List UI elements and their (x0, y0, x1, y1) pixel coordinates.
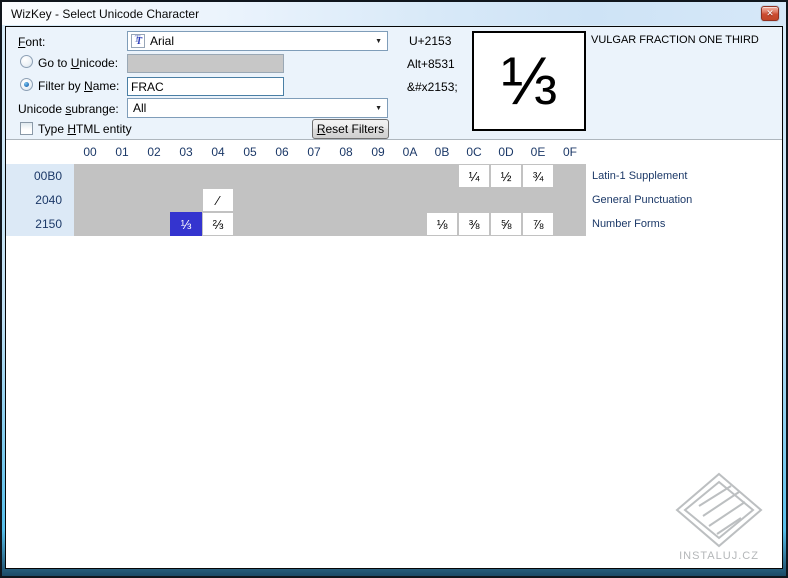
column-header: 0C (466, 145, 482, 159)
chevron-down-icon: ▼ (375, 38, 382, 45)
column-header: 0A (402, 145, 418, 159)
column-header: 03 (179, 145, 193, 159)
column-header: 02 (147, 145, 161, 159)
char-cell[interactable]: ¼ (459, 165, 489, 187)
font-dropdown-value: Arial (150, 34, 175, 48)
char-cell[interactable]: ⅓ (170, 212, 202, 236)
column-header: 06 (275, 145, 289, 159)
title-bar[interactable]: WizKey - Select Unicode Character ✕ (2, 2, 786, 25)
column-header: 00 (83, 145, 97, 159)
column-header: 0B (434, 145, 450, 159)
close-button[interactable]: ✕ (761, 6, 779, 21)
column-header: 0D (498, 145, 514, 159)
column-header: 04 (211, 145, 225, 159)
reset-filters-button[interactable]: Reset Filters (312, 119, 389, 139)
type-html-entity-label[interactable]: Type HTML entity (38, 122, 132, 136)
char-cell[interactable]: ⅜ (459, 213, 489, 235)
alt-code-value: Alt+8531 (407, 57, 455, 71)
goto-unicode-input (127, 54, 284, 73)
html-entity-value: &#x2153; (407, 80, 458, 94)
unicode-range-label: Number Forms (592, 218, 666, 230)
filter-panel: Font: TT Arial ▼ Go to Unicode: Filter b… (6, 27, 782, 140)
column-header: 07 (307, 145, 321, 159)
dialog-client-area: Font: TT Arial ▼ Go to Unicode: Filter b… (5, 26, 783, 569)
char-cell[interactable]: ⅛ (427, 213, 457, 235)
char-cell[interactable]: ¾ (523, 165, 553, 187)
unicode-range-label: General Punctuation (592, 194, 693, 206)
column-header: 0E (530, 145, 546, 159)
font-label: Font: (18, 35, 46, 49)
row-header: 2150 (35, 217, 62, 231)
filter-by-name-radio[interactable] (20, 78, 33, 91)
instaluj-watermark: INSTALUJ.CZ (664, 472, 774, 572)
unicode-subrange-dropdown[interactable]: All ▼ (127, 98, 388, 118)
char-cell[interactable]: ⅔ (203, 213, 233, 235)
unicode-subrange-value: All (133, 101, 147, 115)
row-header: 2040 (35, 193, 62, 207)
window-title: WizKey - Select Unicode Character (11, 6, 200, 21)
wizkey-window: WizKey - Select Unicode Character ✕ Font… (0, 0, 788, 578)
font-dropdown[interactable]: TT Arial ▼ (127, 31, 388, 51)
char-cell[interactable]: ⅞ (523, 213, 553, 235)
column-header: 01 (115, 145, 129, 159)
codepoint-value: U+2153 (409, 34, 452, 48)
chevron-down-icon: ▼ (375, 105, 382, 112)
row-header: 00B0 (33, 169, 62, 183)
char-cell[interactable]: ⁄ (203, 189, 233, 211)
character-name: VULGAR FRACTION ONE THIRD (591, 34, 759, 46)
char-cell[interactable]: ½ (491, 165, 521, 187)
char-cell[interactable]: ⅝ (491, 213, 521, 235)
filter-by-name-label[interactable]: Filter by Name: (38, 79, 119, 93)
character-preview-glyph: ⅓ (500, 43, 558, 119)
unicode-range-label: Latin-1 Supplement (592, 170, 688, 182)
type-html-entity-checkbox[interactable] (20, 122, 33, 135)
character-grid: 00 01 02 03 04 05 06 07 08 09 0A 0B 0C 0D 0E 0F 00B0 Lati… (6, 141, 782, 273)
goto-unicode-radio[interactable] (20, 55, 33, 68)
unicode-subrange-label: Unicode subrange: (18, 102, 119, 116)
filter-by-name-input[interactable] (127, 77, 284, 96)
character-preview-box: ⅓ (472, 31, 586, 131)
column-header: 0F (562, 145, 577, 159)
column-header: 08 (339, 145, 353, 159)
watermark-text: INSTALUJ.CZ (679, 550, 759, 562)
column-header: 05 (243, 145, 257, 159)
truetype-font-icon: TT (131, 34, 145, 48)
column-header: 09 (371, 145, 385, 159)
goto-unicode-label[interactable]: Go to Unicode: (38, 56, 118, 70)
instaluj-logo-icon (675, 472, 763, 548)
